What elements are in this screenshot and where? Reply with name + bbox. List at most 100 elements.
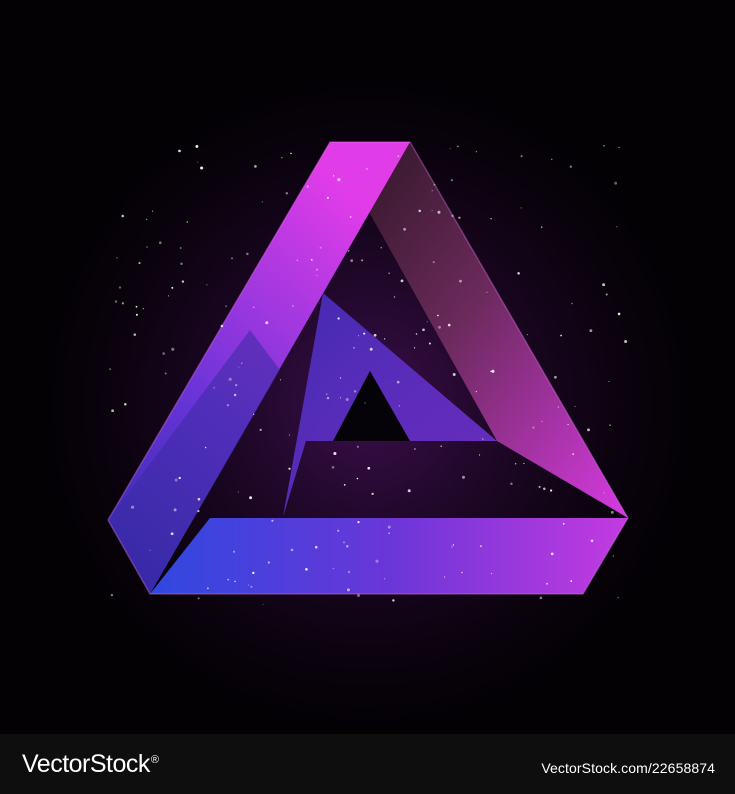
star	[178, 476, 181, 480]
star	[116, 257, 118, 259]
star	[271, 519, 274, 522]
star	[171, 347, 175, 351]
star	[587, 428, 590, 432]
star	[551, 158, 553, 160]
star	[403, 227, 407, 231]
artwork-canvas	[0, 0, 735, 734]
star	[363, 332, 366, 335]
star	[245, 252, 249, 256]
star	[438, 325, 441, 329]
star	[514, 463, 517, 465]
star	[491, 369, 495, 373]
star	[213, 386, 215, 389]
star	[314, 545, 318, 549]
star	[428, 342, 431, 345]
star	[449, 148, 451, 150]
star	[400, 279, 404, 283]
star	[306, 185, 309, 188]
star	[316, 275, 318, 277]
star	[149, 549, 151, 551]
star	[451, 546, 453, 548]
star	[413, 447, 416, 451]
star	[383, 338, 386, 340]
star	[475, 151, 478, 153]
star	[432, 261, 435, 264]
star	[357, 520, 360, 524]
triangle-bottom-beam	[150, 518, 628, 594]
star	[618, 146, 620, 149]
star	[343, 484, 346, 486]
star	[337, 529, 340, 532]
star	[437, 210, 441, 214]
star	[197, 597, 200, 600]
star	[517, 272, 520, 275]
star	[356, 445, 359, 448]
star	[560, 334, 563, 337]
star	[181, 280, 185, 283]
star	[158, 241, 162, 245]
star	[532, 426, 535, 429]
star	[605, 293, 608, 296]
star	[346, 588, 350, 592]
star	[422, 328, 425, 332]
star	[326, 393, 328, 395]
star	[319, 246, 322, 249]
star	[227, 578, 230, 581]
star	[574, 405, 576, 408]
impossible-triangle-illustration	[0, 0, 735, 734]
star	[162, 352, 166, 355]
star	[356, 477, 359, 480]
star	[292, 305, 294, 307]
star	[373, 333, 377, 337]
star	[200, 166, 204, 170]
star	[447, 323, 451, 327]
star	[388, 532, 390, 534]
star	[170, 532, 174, 536]
star	[543, 487, 546, 490]
star	[204, 446, 207, 449]
star	[364, 402, 366, 404]
star	[238, 366, 240, 368]
star	[589, 329, 593, 333]
star	[121, 302, 125, 305]
star	[571, 302, 573, 305]
star	[486, 291, 488, 293]
star	[197, 497, 201, 501]
star	[367, 466, 371, 470]
star	[387, 525, 391, 529]
star	[290, 152, 292, 155]
star	[457, 145, 459, 148]
star	[174, 478, 178, 482]
star	[520, 207, 522, 209]
star	[414, 347, 416, 349]
star	[546, 582, 548, 585]
star	[195, 144, 199, 148]
star	[572, 453, 575, 455]
watermark-footer: VectorStock® VectorStock.com/22658874	[0, 734, 735, 794]
star	[590, 539, 594, 543]
star	[608, 381, 610, 383]
star	[490, 218, 492, 220]
star	[279, 379, 282, 381]
star	[541, 420, 543, 422]
star	[482, 438, 484, 440]
star	[345, 398, 349, 401]
star	[610, 510, 614, 514]
star	[267, 561, 270, 564]
star	[358, 335, 360, 337]
star	[612, 555, 615, 557]
star	[523, 462, 525, 465]
star	[603, 144, 605, 147]
star	[248, 584, 250, 586]
star	[350, 259, 354, 262]
star	[538, 485, 541, 488]
star	[415, 333, 418, 335]
star	[124, 403, 127, 406]
star	[167, 295, 170, 297]
star	[609, 424, 611, 427]
star	[226, 404, 230, 407]
star	[569, 165, 573, 168]
star	[151, 210, 154, 212]
star	[220, 324, 224, 328]
star	[617, 596, 619, 599]
